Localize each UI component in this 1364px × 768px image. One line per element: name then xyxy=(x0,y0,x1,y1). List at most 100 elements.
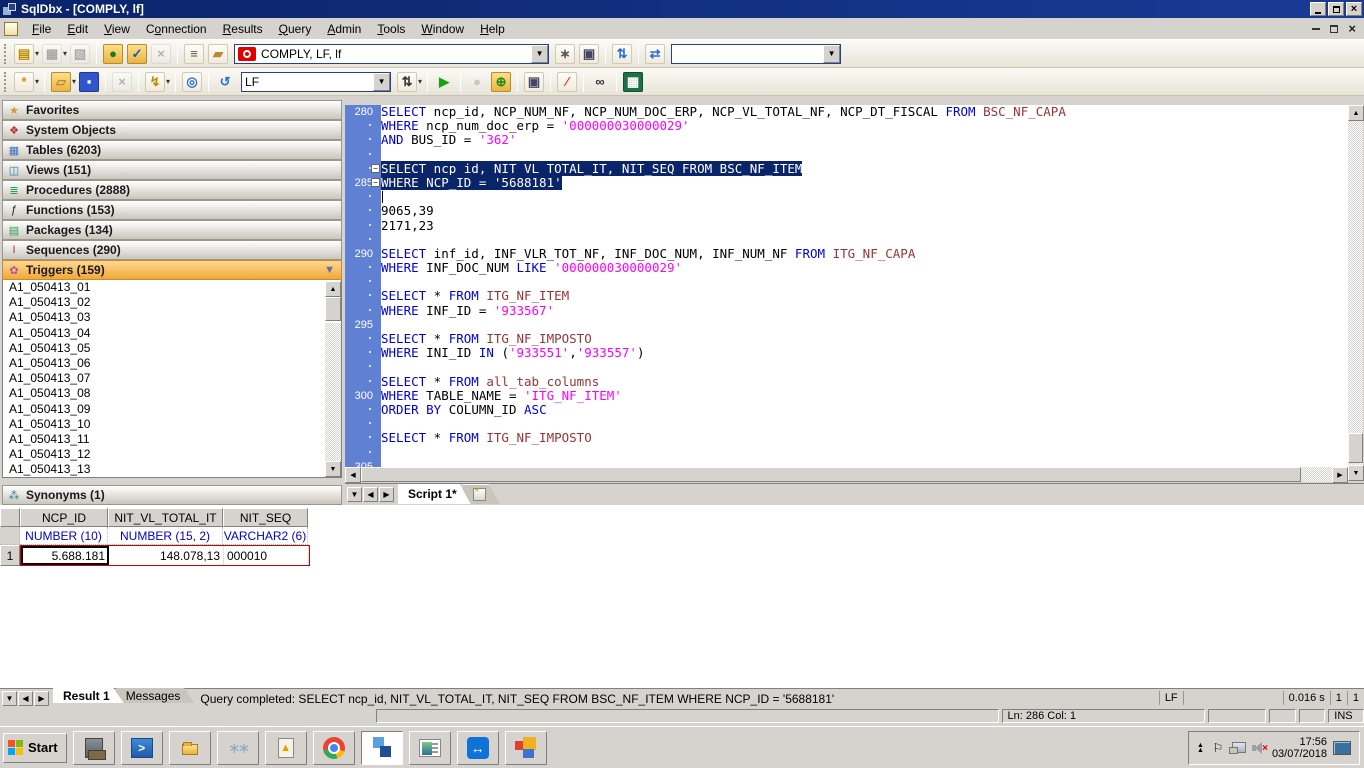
code-line[interactable]: WHERE INF_ID = '933567' xyxy=(381,304,1348,318)
code-line[interactable] xyxy=(381,148,1348,162)
save-script-icon[interactable]: ▪ xyxy=(79,72,99,92)
menu-connection[interactable]: Connection xyxy=(138,19,215,39)
commit-database-icon[interactable]: ⊕ xyxy=(491,72,511,92)
secondary-combobox-arrow[interactable]: ▼ xyxy=(823,45,840,63)
scrollbar-track[interactable] xyxy=(361,467,1332,482)
tab-scroll-right[interactable]: ▶ xyxy=(34,691,49,706)
mdi-minimize-button[interactable] xyxy=(1312,28,1320,30)
sidebar-section-triggers[interactable]: ✿Triggers (159)▼ xyxy=(2,260,342,280)
sidebar-section-synonyms[interactable]: ⁂ Synonyms (1) xyxy=(2,485,342,505)
trigger-list-item[interactable]: A1_050413_01 xyxy=(3,280,341,295)
tab-scroll-left[interactable]: ◀ xyxy=(18,691,33,706)
tab-result-1[interactable]: Result 1 xyxy=(53,687,124,703)
tray-clock[interactable]: 17:56 03/07/2018 xyxy=(1272,736,1327,760)
sidebar-section-procedures[interactable]: ≣Procedures (2888) xyxy=(2,180,342,200)
menu-results[interactable]: Results xyxy=(215,19,271,39)
save-connection-icon-dropdown[interactable]: ▾ xyxy=(63,49,67,58)
funnel-filter-icon[interactable]: ▼ xyxy=(324,264,335,276)
scroll-left-arrow[interactable]: ◀ xyxy=(345,467,361,483)
flag-icon[interactable]: ⚐ xyxy=(1210,740,1226,756)
scrollbar-thumb[interactable] xyxy=(1348,433,1363,463)
code-line[interactable]: 9065,39 xyxy=(381,204,1348,218)
trigger-list-item[interactable]: A1_050413_10 xyxy=(3,417,341,432)
code-line[interactable]: ORDER BY COLUMN_ID ASC xyxy=(381,403,1348,417)
open-file-icon-dropdown[interactable]: ▾ xyxy=(72,77,76,86)
secondary-combobox[interactable]: ▼ xyxy=(671,44,841,64)
code-line[interactable]: SELECT inf_id, INF_VLR_TOT_NF, INF_DOC_N… xyxy=(381,247,1348,261)
code-line[interactable] xyxy=(381,275,1348,289)
code-line[interactable]: SELECT ncp_id, NIT_VL_TOTAL_IT, NIT_SEQ … xyxy=(381,162,1348,176)
close-button[interactable]: × xyxy=(1346,2,1362,16)
trigger-list-item[interactable]: A1_050413_06 xyxy=(3,356,341,371)
code-line[interactable] xyxy=(381,446,1348,460)
database-check-icon[interactable]: ✓ xyxy=(127,44,147,64)
tab-list-dropdown[interactable]: ▼ xyxy=(347,487,362,502)
archive-folder-icon[interactable]: ▰ xyxy=(208,44,228,64)
new-script-icon-dropdown[interactable]: ▾ xyxy=(35,77,39,86)
chrome-icon[interactable] xyxy=(313,731,355,765)
tools-icon[interactable]: ∗ xyxy=(555,44,575,64)
tab-list-dropdown[interactable]: ▼ xyxy=(2,691,17,706)
toolbar-grip[interactable] xyxy=(4,72,8,92)
code-line[interactable]: SELECT * FROM all_tab_columns xyxy=(381,375,1348,389)
trigger-list-item[interactable]: A1_050413_03 xyxy=(3,310,341,325)
scrollbar-thumb[interactable] xyxy=(325,297,341,321)
connection-combobox-arrow[interactable]: ▼ xyxy=(531,45,548,63)
trigger-list-item[interactable]: A1_050413_09 xyxy=(3,402,341,417)
sidebar-section-tables[interactable]: ▦Tables (6203) xyxy=(2,140,342,160)
connection-document-icon-dropdown[interactable]: ▾ xyxy=(35,49,39,58)
schema-combobox[interactable]: LF ▼ xyxy=(241,72,391,92)
menu-query[interactable]: Query xyxy=(271,19,320,39)
server-manager-icon[interactable] xyxy=(73,731,115,765)
file-explorer-icon[interactable] xyxy=(169,731,211,765)
clear-editor-icon[interactable]: ∕ xyxy=(557,72,577,92)
editor-horizontal-scrollbar[interactable]: ◀ ▶ xyxy=(345,467,1348,482)
schema-combobox-arrow[interactable]: ▼ xyxy=(373,73,390,91)
results-grid[interactable]: NCP_IDNIT_VL_TOTAL_ITNIT_SEQNUMBER (10)N… xyxy=(0,508,310,566)
services-gears-icon[interactable]: ∗∗ xyxy=(217,731,259,765)
code-line[interactable] xyxy=(381,233,1348,247)
menu-help[interactable]: Help xyxy=(472,19,513,39)
code-line[interactable]: WHERE NCP_ID = '5688181' xyxy=(381,176,1348,190)
code-line[interactable]: SELECT * FROM ITG_NF_IMPOSTO xyxy=(381,431,1348,445)
copy-stack-icon[interactable]: ▣ xyxy=(579,44,599,64)
trigger-list-item[interactable]: A1_050413_05 xyxy=(3,341,341,356)
mdi-close-button[interactable]: × xyxy=(1348,24,1356,34)
fold-marker-icon[interactable]: − xyxy=(371,178,380,187)
scroll-up-arrow[interactable]: ▲ xyxy=(1348,105,1364,121)
connection-document-icon[interactable]: ▤ xyxy=(14,44,34,64)
code-line[interactable] xyxy=(381,417,1348,431)
trigger-list-item[interactable]: A1_050413_11 xyxy=(3,432,341,447)
code-line[interactable] xyxy=(381,360,1348,374)
data-cell-ncp_id[interactable]: 5.688.181 xyxy=(21,546,109,565)
scroll-right-arrow[interactable]: ▶ xyxy=(1332,467,1348,483)
sidebar-section-favorites[interactable]: ★Favorites xyxy=(2,100,342,120)
code-line[interactable]: WHERE TABLE_NAME = 'ITG_NF_ITEM' xyxy=(381,389,1348,403)
chevron-up-icon[interactable]: ▲▲ xyxy=(1197,743,1204,753)
column-header-ncp_id[interactable]: NCP_ID xyxy=(20,508,108,527)
disconnect-icon[interactable]: ↯ xyxy=(145,72,165,92)
code-line[interactable]: 2171,23 xyxy=(381,219,1348,233)
network-icon[interactable] xyxy=(1232,742,1246,753)
code-line[interactable]: WHERE INF_DOC_NUM LIKE '000000030000029' xyxy=(381,261,1348,275)
code-line[interactable] xyxy=(381,460,1348,467)
minimize-button[interactable] xyxy=(1310,2,1326,16)
trigger-list-item[interactable]: A1_050413_12 xyxy=(3,447,341,462)
scrollbar-track[interactable] xyxy=(1348,121,1363,465)
teamviewer-icon[interactable]: ↔ xyxy=(457,731,499,765)
database-globe-icon[interactable]: ● xyxy=(103,44,123,64)
scroll-up-arrow[interactable]: ▲ xyxy=(325,281,341,297)
sync-upload-icon[interactable]: ⇅ xyxy=(612,44,632,64)
scrollbar-thumb[interactable] xyxy=(361,467,1301,482)
sidebar-section-system[interactable]: ❖System Objects xyxy=(2,120,342,140)
new-script-icon[interactable]: * xyxy=(14,72,34,92)
code-line[interactable]: AND BUS_ID = '362' xyxy=(381,133,1348,147)
sqldbx-app-icon[interactable] xyxy=(361,731,403,765)
sync-exchange-icon[interactable]: ⇄ xyxy=(645,44,665,64)
toolbar-grip[interactable] xyxy=(4,44,8,64)
sort-lines-icon-dropdown[interactable]: ▾ xyxy=(418,77,422,86)
data-cell-nit_vl_total_it[interactable]: 148.078,13 xyxy=(109,546,224,565)
menu-view[interactable]: View xyxy=(96,19,138,39)
sidebar-section-packages[interactable]: ▤Packages (134) xyxy=(2,220,342,240)
sort-lines-icon[interactable]: ⇅ xyxy=(397,72,417,92)
